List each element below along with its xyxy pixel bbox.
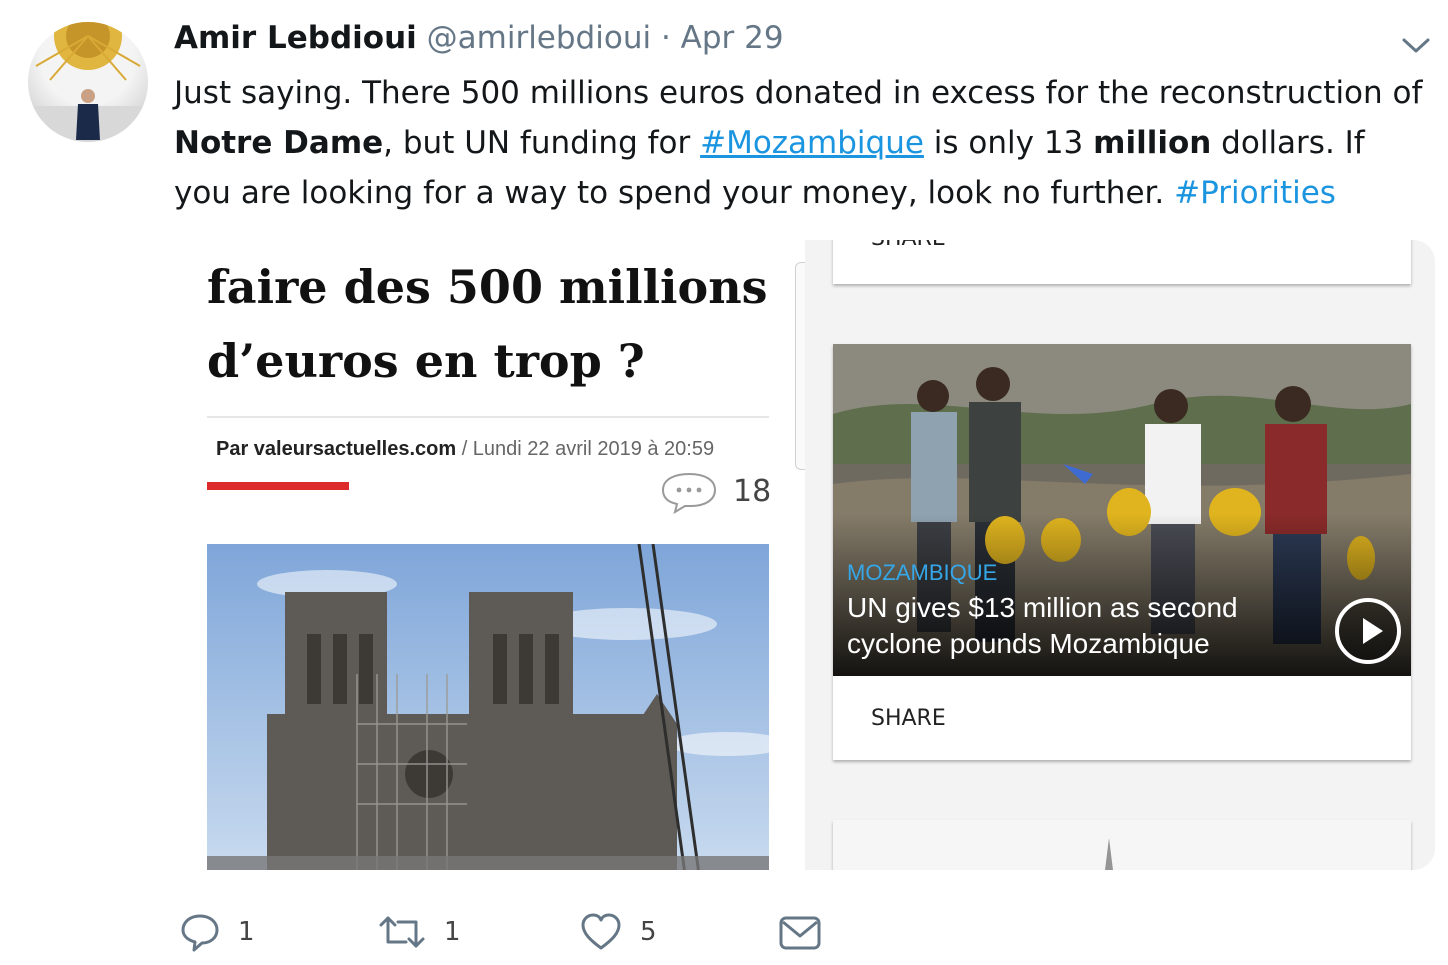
hashtag-mozambique[interactable]: #Mozambique <box>700 125 924 161</box>
text-part: , but UN funding for <box>383 125 701 161</box>
next-card-image <box>833 820 1411 870</box>
byline-date: / Lundi 22 avril 2019 à 20:59 <box>456 438 715 460</box>
byline-source: Par valeursactuelles.com <box>216 438 457 460</box>
avatar[interactable] <box>28 22 148 142</box>
tweet-header: Amir Lebdioui @amirlebdioui · Apr 29 <box>174 20 784 56</box>
play-icon[interactable] <box>1335 598 1401 664</box>
like-button[interactable]: 5 <box>580 902 657 962</box>
play-triangle <box>1363 618 1383 644</box>
heart-icon <box>580 912 622 952</box>
news-kicker: MOZAMBIQUE <box>847 560 998 585</box>
retweet-count: 1 <box>444 917 461 947</box>
reply-button[interactable]: 1 <box>180 902 255 962</box>
author-name[interactable]: Amir Lebdioui <box>174 20 417 56</box>
text-part: is only 13 <box>923 125 1094 161</box>
share-button-top[interactable]: SHARE <box>871 240 946 251</box>
author-handle[interactable]: @amirlebdioui <box>427 20 651 56</box>
tweet-media[interactable]: faire des 500 millions d’euros en trop ?… <box>173 240 1435 870</box>
text-bold: million <box>1093 125 1212 161</box>
direct-message-button[interactable] <box>778 902 822 962</box>
news-app-screenshot[interactable]: SHARE <box>805 240 1435 870</box>
reply-count: 1 <box>238 917 255 947</box>
tweet-actions: 1 1 5 <box>0 902 1448 962</box>
article-headline: faire des 500 millions d’euros en trop ? <box>207 250 787 398</box>
text-bold: Notre Dame <box>174 125 384 161</box>
news-card-next <box>833 820 1411 870</box>
headline-line: faire des 500 millions <box>207 260 768 314</box>
news-card[interactable]: MOZAMBIQUE UN gives $13 million as secon… <box>833 344 1411 760</box>
tweet-date[interactable]: Apr 29 <box>681 20 784 56</box>
chevron-down-icon[interactable] <box>1398 30 1434 60</box>
separator: · <box>660 20 671 56</box>
comment-count-value: 18 <box>733 474 772 509</box>
headline-line: d’euros en trop ? <box>207 334 645 388</box>
divider <box>207 416 769 418</box>
hashtag-priorities[interactable]: #Priorities <box>1174 175 1336 211</box>
tweet-text: Just saying. There 500 millions euros do… <box>174 68 1424 218</box>
article-byline: Par valeursactuelles.com / Lundi 22 avri… <box>216 438 714 461</box>
reply-icon <box>180 912 220 952</box>
notre-dame-photo <box>207 544 769 870</box>
article-screenshot[interactable]: faire des 500 millions d’euros en trop ?… <box>173 240 805 870</box>
retweet-icon <box>378 912 426 952</box>
share-button[interactable]: SHARE <box>871 706 946 731</box>
news-headline[interactable]: UN gives $13 million as second cyclone p… <box>847 590 1297 662</box>
comment-count: 18 <box>657 470 807 515</box>
comment-bubble-icon <box>657 472 721 518</box>
text-part: Just saying. There 500 millions euros do… <box>174 75 1423 111</box>
retweet-button[interactable]: 1 <box>378 902 461 962</box>
like-count: 5 <box>640 917 657 947</box>
accent-bar <box>207 482 349 490</box>
envelope-icon <box>778 912 822 952</box>
news-card-top: SHARE <box>833 240 1411 284</box>
